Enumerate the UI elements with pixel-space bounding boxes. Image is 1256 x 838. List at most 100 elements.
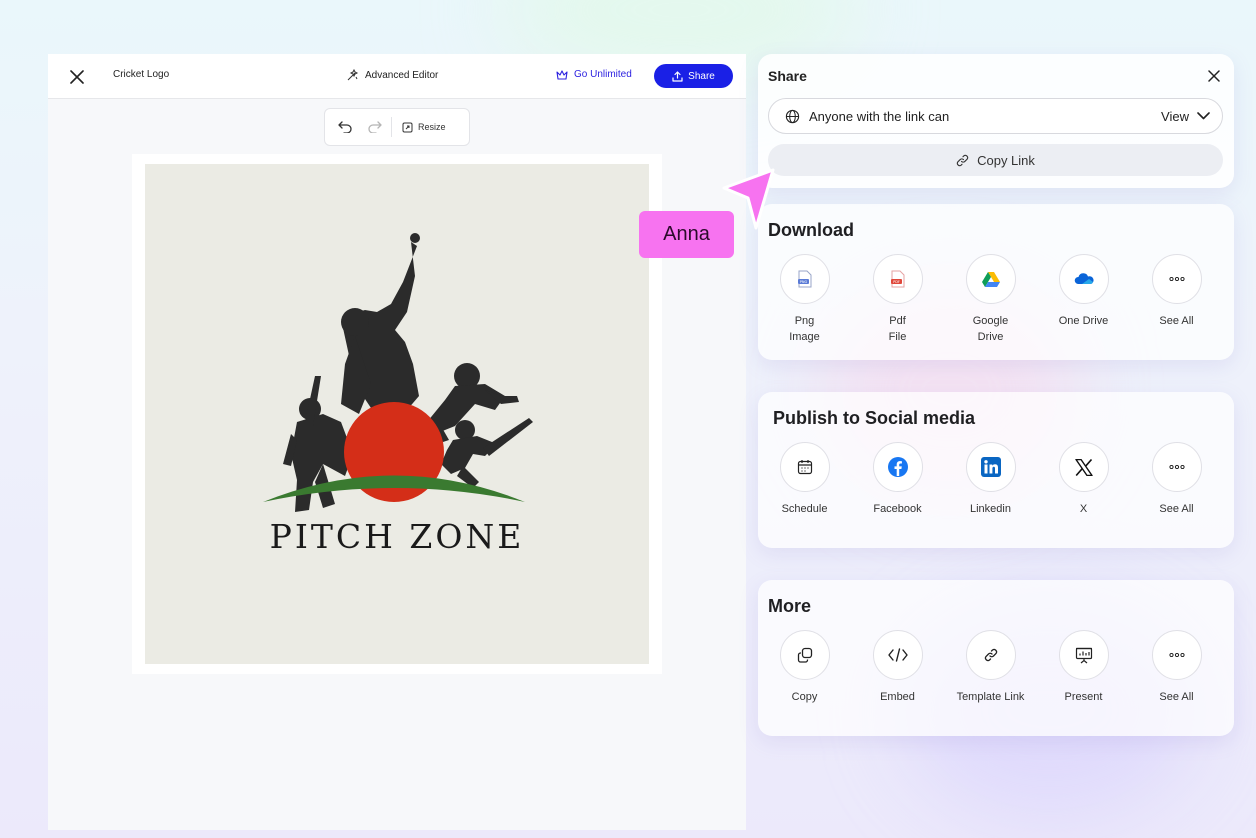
more-panel: More Copy Embed Template Link Present Se… (758, 580, 1234, 736)
design-canvas[interactable]: PITCH ZONE (132, 154, 662, 674)
facebook-button[interactable]: Facebook (851, 442, 944, 517)
social-item-label: X (1079, 503, 1088, 515)
present-circle (1058, 630, 1109, 680)
download-item-label: See All (1159, 315, 1194, 327)
schedule-button[interactable]: Schedule (758, 442, 851, 517)
share-panel-title: Share (768, 68, 807, 84)
copy-circle (779, 630, 830, 680)
social-item-label: Linkedin (970, 503, 1011, 515)
cricket-players-illustration (263, 233, 533, 512)
linkedin-circle (965, 442, 1016, 492)
linkedin-button[interactable]: Linkedin (944, 442, 1037, 517)
social-item-label: Schedule (781, 503, 828, 515)
calendar-icon (797, 460, 812, 475)
onedrive-icon (1074, 273, 1094, 284)
social-item-label: See All (1159, 503, 1194, 515)
social-media-panel: Publish to Social media Schedule Faceboo… (758, 392, 1234, 548)
redo-button[interactable] (365, 121, 385, 133)
svg-text:PNG: PNG (799, 280, 807, 284)
globe-icon (785, 109, 800, 123)
more-icon (1168, 277, 1185, 281)
download-pdf-button[interactable]: PDF Pdf File (851, 254, 944, 345)
onedrive-circle (1058, 254, 1109, 304)
editor-window: Cricket Logo Advanced Editor Go Unlimite… (48, 54, 746, 830)
social-media-title: Publish to Social media (773, 408, 976, 428)
copy-link-button[interactable]: Copy Link (768, 144, 1223, 176)
present-button[interactable]: Present (1037, 630, 1130, 705)
google-drive-icon (981, 272, 1000, 287)
download-item-label: One Drive (1058, 315, 1109, 327)
magic-tools-icon (347, 69, 359, 81)
template-link-button[interactable]: Template Link (944, 630, 1037, 705)
social-see-all-button[interactable]: See All (1130, 442, 1223, 517)
more-icon (1168, 653, 1185, 657)
document-title[interactable]: Cricket Logo (113, 69, 169, 80)
pdf-option-circle: PDF (872, 254, 923, 304)
toolbar-divider (391, 117, 392, 137)
code-icon (887, 648, 908, 662)
editor-topbar: Cricket Logo Advanced Editor Go Unlimite… (48, 54, 746, 99)
present-icon (1075, 647, 1092, 663)
google-drive-button[interactable]: Google Drive (944, 254, 1037, 345)
x-twitter-button[interactable]: X (1037, 442, 1130, 517)
go-unlimited-label: Go Unlimited (574, 69, 632, 80)
canvas-toolbar: Resize (324, 108, 470, 146)
logo-text[interactable]: PITCH ZONE (145, 517, 649, 556)
google-drive-circle (965, 254, 1016, 304)
close-icon (70, 70, 84, 84)
close-icon (1208, 70, 1220, 82)
collaborator-name-tag: Anna (639, 211, 734, 258)
link-icon (984, 648, 997, 662)
more-item-label: Embed (880, 691, 915, 703)
go-unlimited-button[interactable]: Go Unlimited (556, 69, 632, 80)
download-options: PNG Png Image PDF Pdf File Google Drive … (758, 254, 1234, 345)
see-all-circle (1151, 442, 1202, 492)
chevron-down-icon (1197, 112, 1210, 120)
copy-icon (797, 647, 812, 663)
link-icon (956, 154, 969, 166)
share-button[interactable]: Share (654, 64, 733, 88)
more-item-label: Template Link (956, 691, 1025, 703)
share-panel: Share Anyone with the link can View Copy… (758, 54, 1234, 188)
share-close-button[interactable] (1206, 68, 1222, 84)
schedule-circle (779, 442, 830, 492)
x-icon (1074, 458, 1093, 476)
download-png-button[interactable]: PNG Png Image (758, 254, 851, 345)
upload-icon (672, 70, 683, 82)
see-all-circle (1151, 254, 1202, 304)
social-options: Schedule Facebook Linkedin X See All (758, 442, 1234, 517)
linkedin-icon (980, 457, 1001, 477)
redo-icon (368, 121, 382, 133)
close-editor-button[interactable] (66, 66, 88, 88)
more-see-all-button[interactable]: See All (1130, 630, 1223, 705)
more-item-label: See All (1159, 691, 1194, 703)
resize-label: Resize (418, 122, 446, 132)
link-permission-dropdown[interactable]: Anyone with the link can View (768, 98, 1223, 134)
resize-button[interactable]: Resize (402, 122, 446, 133)
collaborator-name: Anna (663, 223, 710, 245)
more-item-label: Present (1064, 691, 1103, 703)
undo-button[interactable] (325, 121, 365, 133)
copy-link-label: Copy Link (977, 152, 1035, 168)
download-panel: Download PNG Png Image PDF Pdf File Goog… (758, 204, 1234, 360)
svg-text:PDF: PDF (893, 280, 900, 284)
facebook-icon (887, 457, 908, 477)
permission-value: View (1161, 108, 1189, 124)
download-see-all-button[interactable]: See All (1130, 254, 1223, 345)
onedrive-button[interactable]: One Drive (1037, 254, 1130, 345)
permission-text: Anyone with the link can (809, 108, 950, 124)
share-button-label: Share (688, 70, 715, 82)
crown-icon (556, 69, 568, 80)
more-icon (1168, 465, 1185, 469)
facebook-circle (872, 442, 923, 492)
embed-button[interactable]: Embed (851, 630, 944, 705)
more-title: More (768, 596, 812, 616)
copy-button[interactable]: Copy (758, 630, 851, 705)
more-item-label: Copy (791, 691, 818, 703)
advanced-editor-button[interactable]: Advanced Editor (347, 69, 438, 81)
png-file-icon: PNG (797, 270, 811, 288)
png-option-circle: PNG (779, 254, 830, 304)
download-item-label: Google Drive (972, 315, 1009, 343)
logo-artwork[interactable]: PITCH ZONE (145, 164, 649, 664)
template-link-circle (965, 630, 1016, 680)
